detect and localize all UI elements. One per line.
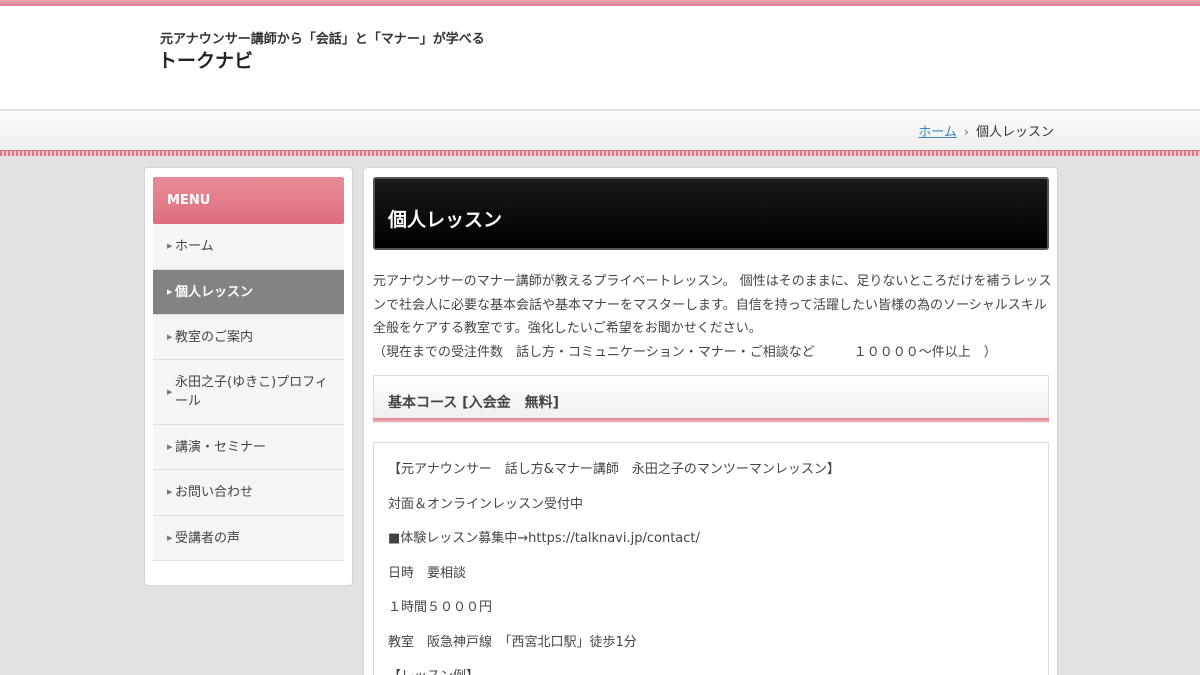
triangle-right-icon: ▶ [167, 533, 173, 542]
triangle-right-icon: ▶ [167, 488, 173, 496]
section-underline [373, 418, 1049, 422]
course-line: 【元アナウンサー 話し方&マナー講師 永田之子のマンツーマンレッスン】 [388, 462, 840, 477]
sidebar-item-label: ホーム [175, 239, 214, 254]
site-header: 元アナウンサー講師から「会話」と「マナー」が学べる トークナビ [0, 6, 1200, 110]
sidebar-item-contact[interactable]: ▶ お問い合わせ [153, 470, 344, 516]
intro-text: 元アナウンサーのマナー講師が教えるプライベートレッスン。 個性はそのままに、足り… [373, 270, 1053, 364]
triangle-right-icon: ▶ [167, 287, 173, 296]
intro-line: （現在までの受注件数 話し方・コミュニケーション・マナー・ご相談など １００００… [373, 344, 997, 360]
sidebar-item-seminar[interactable]: ▶ 講演・セミナー [153, 425, 344, 470]
sidebar-item-private-lesson[interactable]: ▶ 個人レッスン [153, 270, 344, 315]
site-tagline: 元アナウンサー講師から「会話」と「マナー」が学べる [160, 32, 485, 47]
intro-line: 全般をケアする教室です。強化したいご希望をお聞かせください。 [373, 321, 762, 336]
course-line: 教室 阪急神戸線 「西宮北口駅」徒歩1分 [388, 635, 637, 650]
sidebar-item-label: 受講者の声 [175, 530, 241, 546]
sidebar-item-label: 永田之子(ゆきこ)プロフィール [175, 375, 328, 409]
menu-header: MENU [153, 177, 344, 224]
sidebar-menu: ▶ ホーム ▶ 個人レッスン ▶ 教室のご案内 ▶ 永田之子(ゆきこ)プロフィー… [153, 224, 344, 561]
sidebar-item-home[interactable]: ▶ ホーム [153, 224, 344, 270]
sidebar-item-label: 教室のご案内 [175, 329, 254, 345]
intro-line: ンで社会人に必要な基本会話や基本マナーをマスターします。自信を持って活躍したい皆… [373, 297, 1047, 313]
sidebar-item-label: 個人レッスン [175, 284, 254, 300]
course-line: 日時 要相談 [388, 566, 467, 581]
breadcrumb-bar: ホーム › 個人レッスン [0, 111, 1200, 150]
sidebar-item-testimonials[interactable]: ▶ 受講者の声 [153, 516, 344, 561]
section-title: 基本コース [入会金 無料] [388, 395, 559, 411]
sidebar-item-label: お問い合わせ [175, 485, 254, 500]
intro-line: 元アナウンサーのマナー講師が教えるプライベートレッスン。 個性はそのままに、足り… [373, 274, 1052, 289]
page-title: 個人レッスン [373, 177, 1049, 250]
sidebar-item-school-info[interactable]: ▶ 教室のご案内 [153, 315, 344, 360]
header-stripe-divider [0, 150, 1200, 156]
triangle-right-icon: ▶ [167, 387, 173, 396]
triangle-right-icon: ▶ [167, 332, 173, 341]
course-details-box: 【元アナウンサー 話し方&マナー講師 永田之子のマンツーマンレッスン】 対面＆オ… [373, 442, 1049, 675]
breadcrumb-home-link[interactable]: ホーム [918, 125, 957, 140]
triangle-right-icon: ▶ [167, 242, 173, 250]
breadcrumb-current: 個人レッスン [975, 125, 1054, 140]
course-line: 対面＆オンラインレッスン受付中 [388, 497, 584, 512]
main-content: 個人レッスン 元アナウンサーのマナー講師が教えるプライベートレッスン。 個性はそ… [363, 167, 1058, 675]
section-heading-box: 基本コース [入会金 無料] [373, 375, 1049, 423]
course-line: 【レッスン例】 [388, 665, 479, 675]
sidebar-item-label: 講演・セミナー [175, 439, 267, 455]
chevron-right-icon: › [964, 125, 969, 139]
course-line: ■体験レッスン募集中→https://talknavi.jp/contact/ [388, 531, 700, 546]
sidebar-item-profile[interactable]: ▶ 永田之子(ゆきこ)プロフィール [153, 360, 344, 425]
course-line: １時間５０００円 [388, 600, 493, 615]
site-name-link[interactable]: トークナビ [158, 46, 253, 73]
triangle-right-icon: ▶ [167, 442, 173, 451]
breadcrumb: ホーム › 個人レッスン [918, 121, 1054, 140]
sidebar: MENU ▶ ホーム ▶ 個人レッスン ▶ 教室のご案内 ▶ 永田之子(ゆきこ)… [144, 167, 353, 586]
